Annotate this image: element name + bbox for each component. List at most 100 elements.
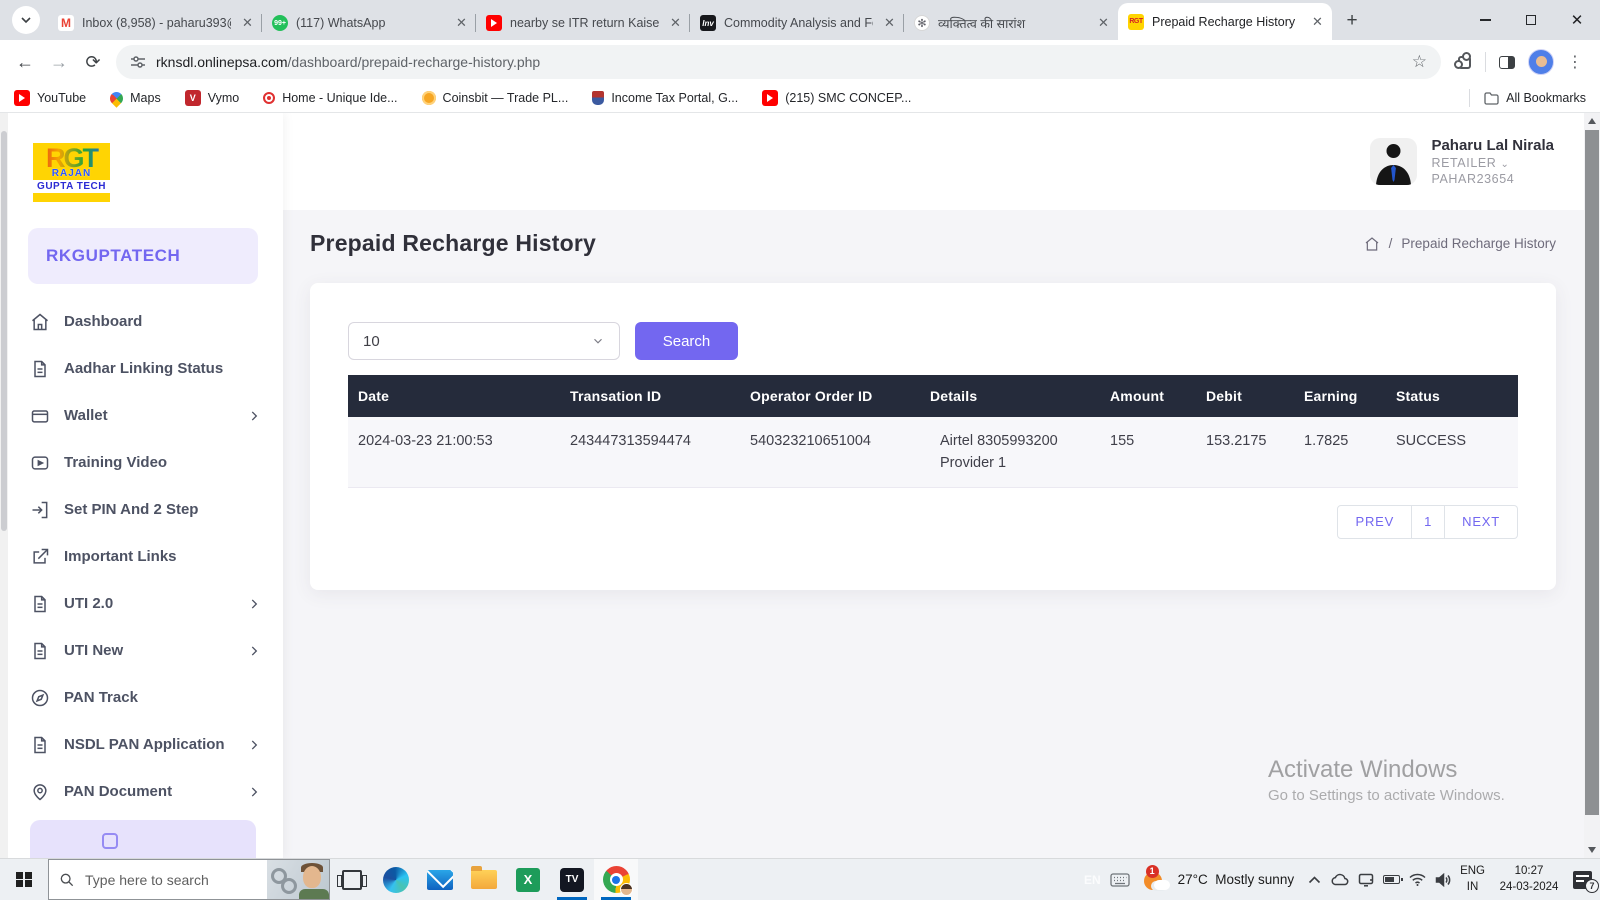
site-logo[interactable]: RGT RAJAN GUPTA TECH: [33, 143, 110, 202]
chevron-right-icon: [247, 409, 261, 423]
browser-toolbar: ← → ⟳ rknsdl.onlinepsa.com/dashboard/pre…: [0, 40, 1600, 84]
sidebar-item-training-video[interactable]: Training Video: [0, 439, 283, 486]
map-pin-icon: [30, 782, 50, 802]
tab-gmail[interactable]: M Inbox (8,958) - paharu393@ ✕: [48, 6, 262, 40]
profile-avatar[interactable]: [1524, 45, 1558, 79]
keyboard-icon[interactable]: [1109, 872, 1130, 887]
bookmark-star-icon[interactable]: ☆: [1412, 52, 1427, 72]
window-close-button[interactable]: ✕: [1554, 0, 1600, 40]
side-panel-icon[interactable]: [1490, 45, 1524, 79]
bookmark-home-unique[interactable]: Home - Unique Ide...: [263, 91, 398, 105]
browser-menu-icon[interactable]: ⋮: [1558, 45, 1592, 79]
bookmark-income-tax[interactable]: Income Tax Portal, G...: [592, 91, 738, 105]
sidebar-item-important-links[interactable]: Important Links: [0, 533, 283, 580]
sidebar-item-uti-20[interactable]: UTI 2.0: [0, 580, 283, 627]
reload-button[interactable]: ⟳: [76, 45, 110, 79]
window-minimize-button[interactable]: [1462, 0, 1508, 40]
tab-youtube[interactable]: nearby se ITR return Kaise b ✕: [476, 6, 690, 40]
search-button[interactable]: Search: [635, 322, 738, 360]
tab-close-icon[interactable]: ✕: [239, 15, 256, 32]
left-scrollbar-thumb[interactable]: [1, 131, 7, 531]
battery-icon[interactable]: [1383, 875, 1404, 884]
pagination-page-1[interactable]: 1: [1412, 504, 1446, 539]
taskbar-edge[interactable]: [374, 859, 418, 900]
sidebar-item-pan-track[interactable]: PAN Track: [0, 674, 283, 721]
bookmark-maps[interactable]: Maps: [107, 88, 161, 108]
all-bookmarks-button[interactable]: All Bookmarks: [1469, 89, 1586, 107]
tab-close-icon[interactable]: ✕: [1095, 15, 1112, 32]
tab-close-icon[interactable]: ✕: [881, 15, 898, 32]
file-text-icon: [30, 641, 50, 661]
tab-chatgpt[interactable]: ✻ व्यक्तित्व की सारांश ✕: [904, 6, 1118, 40]
window-maximize-button[interactable]: [1508, 0, 1554, 40]
language-indicator[interactable]: ENG IN: [1460, 864, 1485, 895]
top-header: Paharu Lal Nirala RETAILER ⌄ PAHAR23654: [283, 113, 1584, 210]
start-button[interactable]: [0, 859, 48, 900]
taskbar-tradingview[interactable]: TV: [550, 859, 594, 900]
user-role[interactable]: RETAILER ⌄: [1431, 156, 1554, 170]
clock[interactable]: 10:27 24-03-2024: [1494, 864, 1564, 895]
input-indicator: EN: [1083, 872, 1101, 887]
taskbar-excel[interactable]: X: [506, 859, 550, 900]
cell-transaction-id: 243447313594474: [570, 433, 691, 449]
sidebar-item-set-pin[interactable]: Set PIN And 2 Step: [0, 486, 283, 533]
tab-close-icon[interactable]: ✕: [667, 15, 684, 32]
notification-center-icon[interactable]: 7: [1573, 870, 1599, 893]
scrollbar-thumb[interactable]: [1585, 130, 1599, 815]
pagination-next-button[interactable]: NEXT: [1445, 504, 1518, 539]
sidebar-item-active-partial[interactable]: [30, 820, 256, 858]
tab-prepaid-recharge-history[interactable]: RGT Prepaid Recharge History ✕: [1118, 3, 1332, 40]
sidebar-item-aadhar-linking-status[interactable]: Aadhar Linking Status: [0, 345, 283, 392]
sidebar-item-dashboard[interactable]: Dashboard: [0, 298, 283, 345]
scroll-down-arrow[interactable]: [1588, 847, 1596, 853]
back-button[interactable]: ←: [8, 45, 42, 79]
forward-button[interactable]: →: [42, 45, 76, 79]
bookmark-coinsbit[interactable]: Coinsbit — Trade PL...: [421, 91, 568, 105]
taskbar-chrome[interactable]: [594, 859, 638, 900]
tab-close-icon[interactable]: ✕: [1309, 13, 1326, 30]
extensions-icon[interactable]: [1447, 45, 1481, 79]
wireless-display-icon[interactable]: [1358, 873, 1374, 887]
tray-chevron-up-icon[interactable]: [1308, 875, 1321, 884]
bookmark-smc[interactable]: (215) SMC CONCEP...: [762, 90, 911, 106]
youtube-icon: [762, 90, 779, 106]
tab-close-icon[interactable]: ✕: [453, 15, 470, 32]
weather-widget[interactable]: 1 27°C Mostly sunny: [1143, 864, 1294, 892]
youtube-icon: [486, 15, 502, 31]
taskbar-mail[interactable]: [418, 859, 462, 900]
search-highlight-image[interactable]: [267, 860, 329, 899]
taskbar-search[interactable]: [48, 859, 330, 900]
search-icon: [59, 872, 75, 888]
mail-icon: [427, 869, 453, 890]
sidebar-item-wallet[interactable]: Wallet: [0, 392, 283, 439]
bookmark-vymo[interactable]: V Vymo: [184, 90, 239, 106]
sidebar-item-nsdl-pan-application[interactable]: NSDL PAN Application: [0, 721, 283, 768]
tab-search-button[interactable]: [12, 6, 40, 34]
external-link-icon: [30, 547, 50, 567]
tab-whatsapp[interactable]: 99+ (117) WhatsApp ✕: [262, 6, 476, 40]
new-tab-button[interactable]: +: [1338, 7, 1366, 35]
speaker-icon[interactable]: [1435, 872, 1451, 887]
address-bar[interactable]: rknsdl.onlinepsa.com/dashboard/prepaid-r…: [116, 45, 1441, 79]
onedrive-cloud-icon[interactable]: [1330, 873, 1349, 886]
tab-investing[interactable]: Inv Commodity Analysis and Fo ✕: [690, 6, 904, 40]
bookmark-youtube[interactable]: YouTube: [14, 90, 86, 106]
chevron-right-icon: [247, 597, 261, 611]
taskbar-file-explorer[interactable]: [462, 859, 506, 900]
left-scrollbar[interactable]: [0, 113, 8, 858]
page-size-select[interactable]: 10: [348, 322, 620, 360]
scroll-up-arrow[interactable]: [1588, 118, 1596, 124]
pagination-prev-button[interactable]: PREV: [1337, 504, 1413, 539]
url-text: rknsdl.onlinepsa.com/dashboard/prepaid-r…: [156, 54, 541, 70]
user-menu[interactable]: Paharu Lal Nirala RETAILER ⌄ PAHAR23654: [1370, 137, 1554, 186]
page-scrollbar[interactable]: [1584, 113, 1600, 858]
home-icon[interactable]: [1364, 236, 1380, 252]
sidebar: RGT RAJAN GUPTA TECH RKGUPTATECH Dashboa…: [0, 113, 283, 858]
sidebar-item-pan-document[interactable]: PAN Document: [0, 768, 283, 815]
sidebar-item-uti-new[interactable]: UTI New: [0, 627, 283, 674]
vymo-icon: V: [184, 90, 201, 106]
site-settings-icon[interactable]: [130, 54, 146, 70]
task-view-button[interactable]: [330, 859, 374, 900]
wifi-icon[interactable]: [1409, 873, 1426, 886]
taskbar-search-input[interactable]: [85, 871, 235, 888]
